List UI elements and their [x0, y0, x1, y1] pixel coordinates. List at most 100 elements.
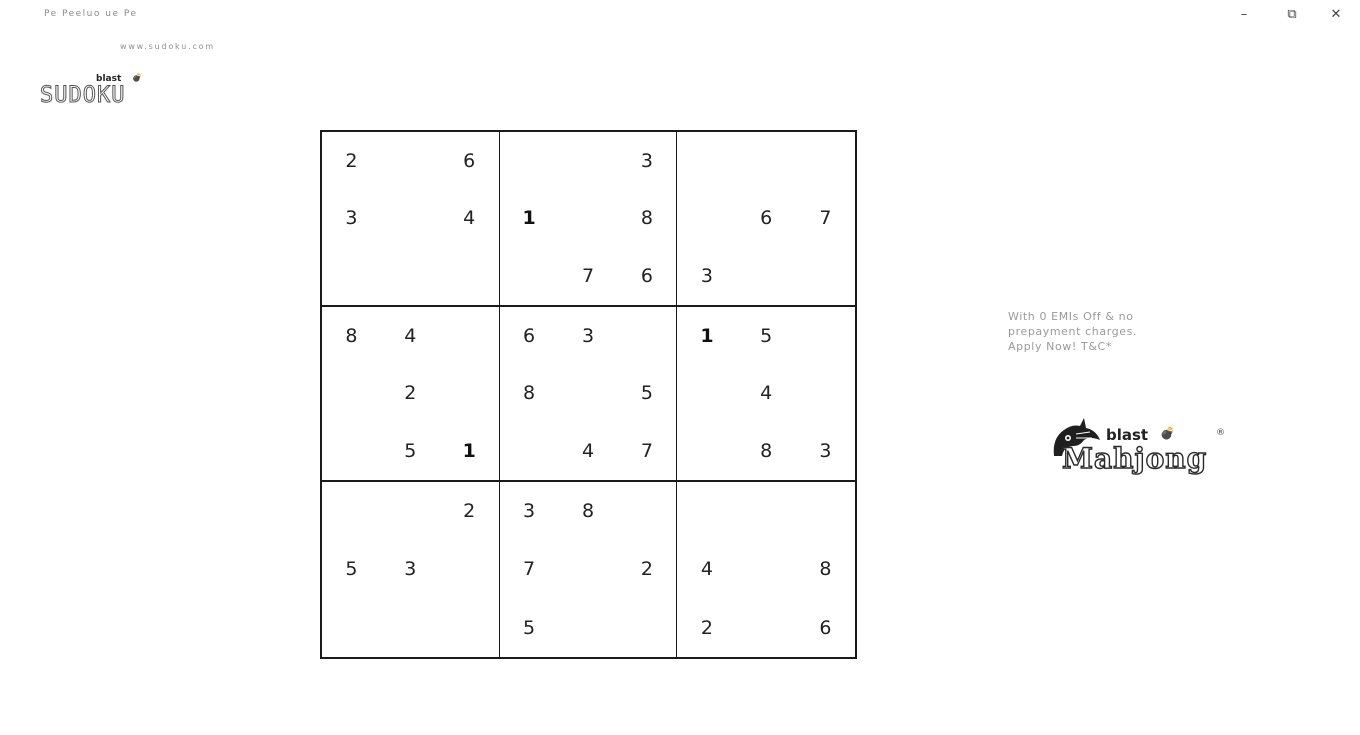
sudoku-cell[interactable] [381, 190, 440, 248]
sudoku-cell[interactable] [381, 599, 440, 657]
sudoku-cell[interactable] [677, 482, 736, 540]
sudoku-box: 638547 [499, 307, 678, 482]
sudoku-cell[interactable] [322, 365, 381, 423]
site-url: www.sudoku.com [120, 42, 215, 51]
sudoku-cell[interactable]: 2 [677, 599, 736, 657]
sudoku-cell[interactable]: 5 [322, 540, 381, 598]
sudoku-cell[interactable] [796, 482, 855, 540]
sudoku-box: 38725 [500, 482, 678, 657]
sudoku-cell[interactable] [440, 307, 499, 365]
sudoku-cell[interactable] [559, 190, 618, 248]
sudoku-cell[interactable]: 2 [381, 365, 440, 423]
maximize-button[interactable]: ⧉ [1272, 0, 1312, 28]
sudoku-cell[interactable] [322, 247, 381, 305]
sudoku-cell[interactable]: 5 [381, 422, 440, 480]
sudoku-cell[interactable] [440, 247, 499, 305]
sudoku-cell[interactable]: 8 [796, 540, 855, 598]
sudoku-cell[interactable]: 6 [737, 190, 796, 248]
sudoku-cell[interactable]: 1 [500, 190, 559, 248]
sudoku-cell[interactable] [559, 365, 618, 423]
sudoku-cell[interactable]: 2 [322, 132, 381, 190]
sudoku-cell[interactable] [322, 482, 381, 540]
sudoku-cell[interactable]: 6 [440, 132, 499, 190]
sudoku-cell[interactable]: 7 [796, 190, 855, 248]
sudoku-cell[interactable] [737, 132, 796, 190]
sudoku-cell[interactable] [677, 365, 736, 423]
sudoku-cell[interactable]: 5 [617, 365, 676, 423]
sudoku-cell[interactable]: 3 [381, 540, 440, 598]
sudoku-cell[interactable]: 7 [617, 422, 676, 480]
sudoku-cell[interactable]: 4 [559, 422, 618, 480]
sudoku-cell[interactable]: 4 [381, 307, 440, 365]
sudoku-cell[interactable]: 8 [500, 365, 559, 423]
sudoku-cell[interactable]: 4 [737, 365, 796, 423]
sudoku-cell[interactable]: 6 [617, 247, 676, 305]
sudoku-cell[interactable] [500, 132, 559, 190]
sudoku-cell[interactable]: 4 [677, 540, 736, 598]
sudoku-cell[interactable] [440, 365, 499, 423]
sudoku-cell[interactable] [796, 132, 855, 190]
sudoku-cell[interactable]: 3 [500, 482, 559, 540]
sudoku-board: 2634318766738425163854715483253387254826 [320, 130, 857, 659]
sudoku-logo[interactable]: blast 💣 SUDOKU [39, 73, 160, 114]
sudoku-cell[interactable] [559, 132, 618, 190]
sudoku-cell[interactable] [796, 365, 855, 423]
sudoku-cell[interactable] [381, 247, 440, 305]
sudoku-cell[interactable]: 3 [322, 190, 381, 248]
sudoku-cell[interactable]: 2 [617, 540, 676, 598]
sudoku-cell[interactable] [322, 422, 381, 480]
sudoku-cell[interactable] [440, 540, 499, 598]
sudoku-box: 67 3 [677, 132, 855, 307]
sudoku-cell[interactable]: 3 [559, 307, 618, 365]
sudoku-cell[interactable]: 6 [500, 307, 559, 365]
sudoku-cell[interactable]: 4 [440, 190, 499, 248]
sudoku-cell[interactable] [617, 599, 676, 657]
sudoku-cell[interactable] [737, 247, 796, 305]
sudoku-cell[interactable]: 5 [500, 599, 559, 657]
sudoku-cell[interactable] [617, 307, 676, 365]
sudoku-cell[interactable]: 5 [737, 307, 796, 365]
ad-line: Apply Now! T&C* [1008, 340, 1112, 353]
ad-line: prepayment charges. [1008, 325, 1137, 338]
sudoku-cell[interactable]: 1 [677, 307, 736, 365]
sudoku-cell[interactable] [559, 540, 618, 598]
sudoku-cell[interactable]: 8 [322, 307, 381, 365]
sudoku-cell[interactable] [737, 540, 796, 598]
sudoku-cell[interactable] [440, 599, 499, 657]
sudoku-cell[interactable] [322, 599, 381, 657]
sudoku-cell[interactable] [381, 482, 440, 540]
sudoku-cell[interactable]: 7 [559, 247, 618, 305]
bomb-icon: 💣 [1160, 426, 1175, 440]
sudoku-cell[interactable]: 3 [617, 132, 676, 190]
sudoku-cell[interactable]: 6 [796, 599, 855, 657]
ad-text: With 0 EMIs Off & no prepayment charges.… [1008, 309, 1198, 354]
sudoku-box: 4 8 2 6 [677, 482, 855, 657]
sudoku-cell[interactable]: 2 [440, 482, 499, 540]
sudoku-cell[interactable]: 3 [796, 422, 855, 480]
sudoku-cell[interactable] [500, 422, 559, 480]
sudoku-cell[interactable] [737, 599, 796, 657]
sudoku-cell[interactable]: 3 [677, 247, 736, 305]
sudoku-cell[interactable] [559, 599, 618, 657]
minimize-button[interactable]: – [1224, 0, 1264, 28]
sudoku-cell[interactable] [677, 190, 736, 248]
close-button[interactable]: ✕ [1316, 0, 1356, 28]
sudoku-cell[interactable] [796, 247, 855, 305]
sudoku-cell[interactable]: 8 [737, 422, 796, 480]
mahjong-ad-logo[interactable]: blast 💣 ® Mahjong [1050, 412, 1230, 482]
sudoku-box: 2 6 3 4 [322, 132, 500, 307]
ad-line: With 0 EMIs Off & no [1008, 310, 1134, 323]
sudoku-cell[interactable] [677, 132, 736, 190]
sudoku-cell[interactable] [677, 422, 736, 480]
logo-title: SUDOKU [39, 83, 126, 109]
sudoku-cell[interactable] [381, 132, 440, 190]
sudoku-cell[interactable] [617, 482, 676, 540]
sudoku-cell[interactable] [500, 247, 559, 305]
sudoku-cell[interactable]: 8 [617, 190, 676, 248]
window-title: Pe Peeluo ue Pe [44, 9, 138, 19]
sudoku-cell[interactable]: 7 [500, 540, 559, 598]
sudoku-cell[interactable] [737, 482, 796, 540]
sudoku-cell[interactable]: 8 [559, 482, 618, 540]
sudoku-cell[interactable] [796, 307, 855, 365]
sudoku-cell[interactable]: 1 [440, 422, 499, 480]
